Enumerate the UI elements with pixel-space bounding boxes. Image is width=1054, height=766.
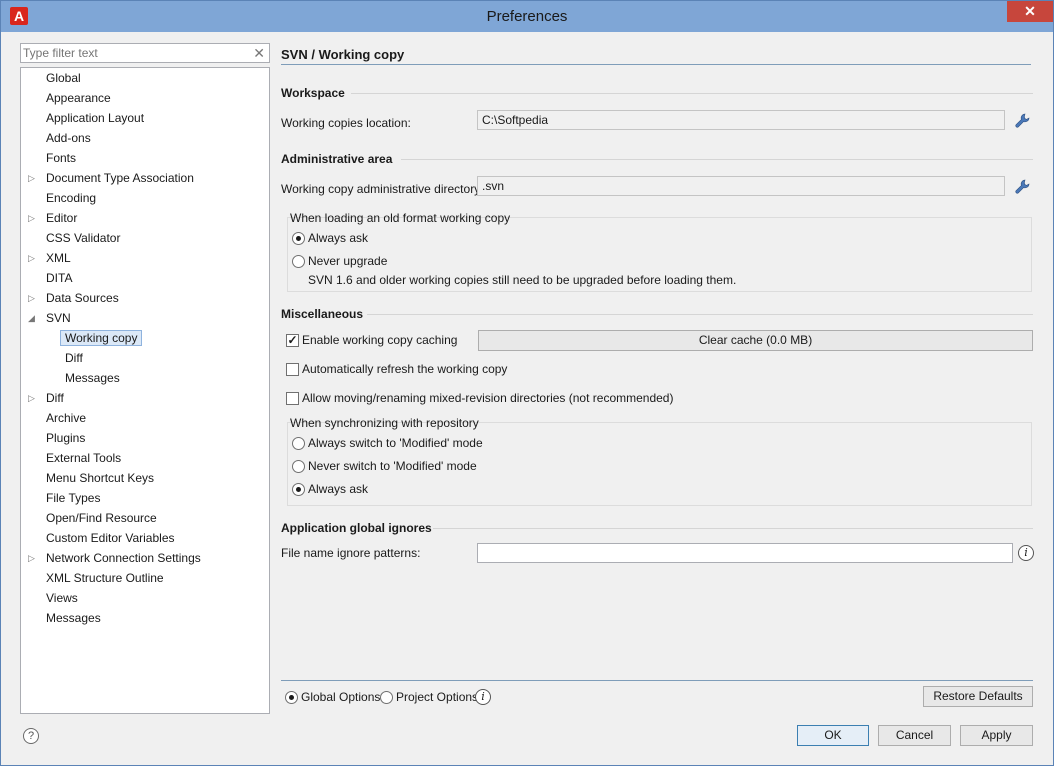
expand-arrow-icon[interactable]: ▷ [28, 289, 38, 307]
tree-item-fonts[interactable]: Fonts [46, 149, 76, 167]
project-options-radio[interactable] [380, 691, 393, 704]
project-options-info-icon[interactable]: i [475, 689, 491, 705]
tree-item-archive[interactable]: Archive [46, 409, 86, 427]
preferences-dialog: A Preferences ✕ ✕ Global Appearance Appl… [0, 0, 1054, 766]
tree-item-external-tools[interactable]: External Tools [46, 449, 121, 467]
enable-caching-label[interactable]: Enable working copy caching [302, 333, 457, 347]
tree-item-messages[interactable]: Messages [46, 609, 101, 627]
tree-item-data-sources[interactable]: ▷ Data Sources [28, 289, 119, 307]
expand-arrow-icon[interactable]: ▷ [28, 389, 38, 407]
workspace-heading: Workspace [281, 86, 345, 100]
sync-always-ask-radio[interactable] [292, 483, 305, 496]
tree-item-encoding[interactable]: Encoding [46, 189, 96, 207]
always-ask-label[interactable]: Always ask [308, 231, 368, 245]
never-upgrade-label[interactable]: Never upgrade [308, 254, 387, 268]
tree-item-css-validator[interactable]: CSS Validator [46, 229, 120, 247]
tree-item-add-ons[interactable]: Add-ons [46, 129, 91, 147]
wrench-icon[interactable] [1014, 113, 1030, 129]
tree-item-svn-diff[interactable]: Diff [65, 349, 83, 367]
clear-cache-button[interactable]: Clear cache (0.0 MB) [478, 330, 1033, 351]
never-switch-label[interactable]: Never switch to 'Modified' mode [308, 459, 477, 473]
working-copies-location-label: Working copies location: [281, 116, 411, 130]
title-divider [281, 64, 1031, 65]
global-options-radio[interactable] [285, 691, 298, 704]
never-upgrade-radio[interactable] [292, 255, 305, 268]
tree-item-file-types[interactable]: File Types [46, 489, 100, 507]
tree-item-plugins[interactable]: Plugins [46, 429, 85, 447]
tree-item-xml[interactable]: ▷ XML [28, 249, 71, 267]
auto-refresh-label[interactable]: Automatically refresh the working copy [302, 362, 507, 376]
tree-item-document-type-association[interactable]: ▷ Document Type Association [28, 169, 194, 187]
project-options-label[interactable]: Project Options [396, 690, 478, 704]
tree-item-global[interactable]: Global [46, 69, 81, 87]
never-switch-radio[interactable] [292, 460, 305, 473]
sync-always-ask-label[interactable]: Always ask [308, 482, 368, 496]
always-switch-radio[interactable] [292, 437, 305, 450]
filter-field[interactable]: ✕ [20, 43, 270, 63]
tree-item-network-connection-settings[interactable]: ▷ Network Connection Settings [28, 549, 201, 567]
cancel-button[interactable]: Cancel [878, 725, 951, 746]
allow-moving-label[interactable]: Allow moving/renaming mixed-revision dir… [302, 391, 673, 405]
filter-input[interactable] [21, 44, 246, 62]
expand-arrow-icon[interactable]: ▷ [28, 249, 38, 267]
tree-item-appearance[interactable]: Appearance [46, 89, 111, 107]
section-divider [433, 528, 1033, 529]
info-icon[interactable]: i [1018, 545, 1034, 561]
close-button[interactable]: ✕ [1007, 1, 1053, 22]
always-switch-label[interactable]: Always switch to 'Modified' mode [308, 436, 483, 450]
collapse-arrow-icon[interactable]: ◢ [28, 309, 38, 327]
wrench-icon[interactable] [1014, 179, 1030, 195]
always-ask-radio[interactable] [292, 232, 305, 245]
tree-item-views[interactable]: Views [46, 589, 78, 607]
global-options-label[interactable]: Global Options [301, 690, 380, 704]
allow-moving-checkbox[interactable] [286, 392, 299, 405]
help-icon[interactable]: ? [23, 728, 39, 744]
admin-directory-field[interactable]: .svn [477, 176, 1005, 196]
tree-item-menu-shortcut-keys[interactable]: Menu Shortcut Keys [46, 469, 154, 487]
tree-item-dita[interactable]: DITA [46, 269, 72, 287]
tree-item-svn-messages[interactable]: Messages [65, 369, 120, 387]
apply-button[interactable]: Apply [960, 725, 1033, 746]
working-copies-location-field[interactable]: C:\Softpedia [477, 110, 1005, 130]
window-title: Preferences [486, 8, 568, 25]
section-divider [367, 314, 1033, 315]
restore-defaults-button[interactable]: Restore Defaults [923, 686, 1033, 707]
enable-caching-checkbox[interactable]: ✓ [286, 334, 299, 347]
tree-item-diff[interactable]: ▷ Diff [28, 389, 64, 407]
tree-item-custom-editor-variables[interactable]: Custom Editor Variables [46, 529, 175, 547]
ignore-patterns-field[interactable] [477, 543, 1013, 563]
auto-refresh-checkbox[interactable] [286, 363, 299, 376]
global-ignores-heading: Application global ignores [281, 521, 432, 535]
tree-item-xml-structure-outline[interactable]: XML Structure Outline [46, 569, 164, 587]
tree-item-open-find-resource[interactable]: Open/Find Resource [46, 509, 157, 527]
expand-arrow-icon[interactable]: ▷ [28, 549, 38, 567]
sync-group-title: When synchronizing with repository [290, 416, 479, 430]
clear-filter-icon[interactable]: ✕ [253, 45, 265, 62]
administrative-area-heading: Administrative area [281, 152, 393, 166]
miscellaneous-heading: Miscellaneous [281, 307, 364, 321]
bottom-divider [281, 680, 1033, 681]
upgrade-note: SVN 1.6 and older working copies still n… [308, 273, 737, 287]
page-title: SVN / Working copy [281, 47, 405, 62]
expand-arrow-icon[interactable]: ▷ [28, 209, 38, 227]
admin-directory-label: Working copy administrative directory [281, 182, 481, 196]
old-format-group-title: When loading an old format working copy [290, 211, 511, 225]
expand-arrow-icon[interactable]: ▷ [28, 169, 38, 187]
section-divider [351, 93, 1033, 94]
tree-item-application-layout[interactable]: Application Layout [46, 109, 144, 127]
ok-button[interactable]: OK [797, 725, 869, 746]
preferences-tree[interactable]: Global Appearance Application Layout Add… [20, 67, 270, 714]
title-bar: A Preferences ✕ [1, 1, 1053, 32]
ignore-patterns-label: File name ignore patterns: [281, 546, 421, 560]
tree-item-svn[interactable]: ◢ SVN [28, 309, 71, 327]
tree-item-working-copy[interactable]: Working copy [60, 329, 143, 347]
tree-item-editor[interactable]: ▷ Editor [28, 209, 77, 227]
section-divider [401, 159, 1033, 160]
